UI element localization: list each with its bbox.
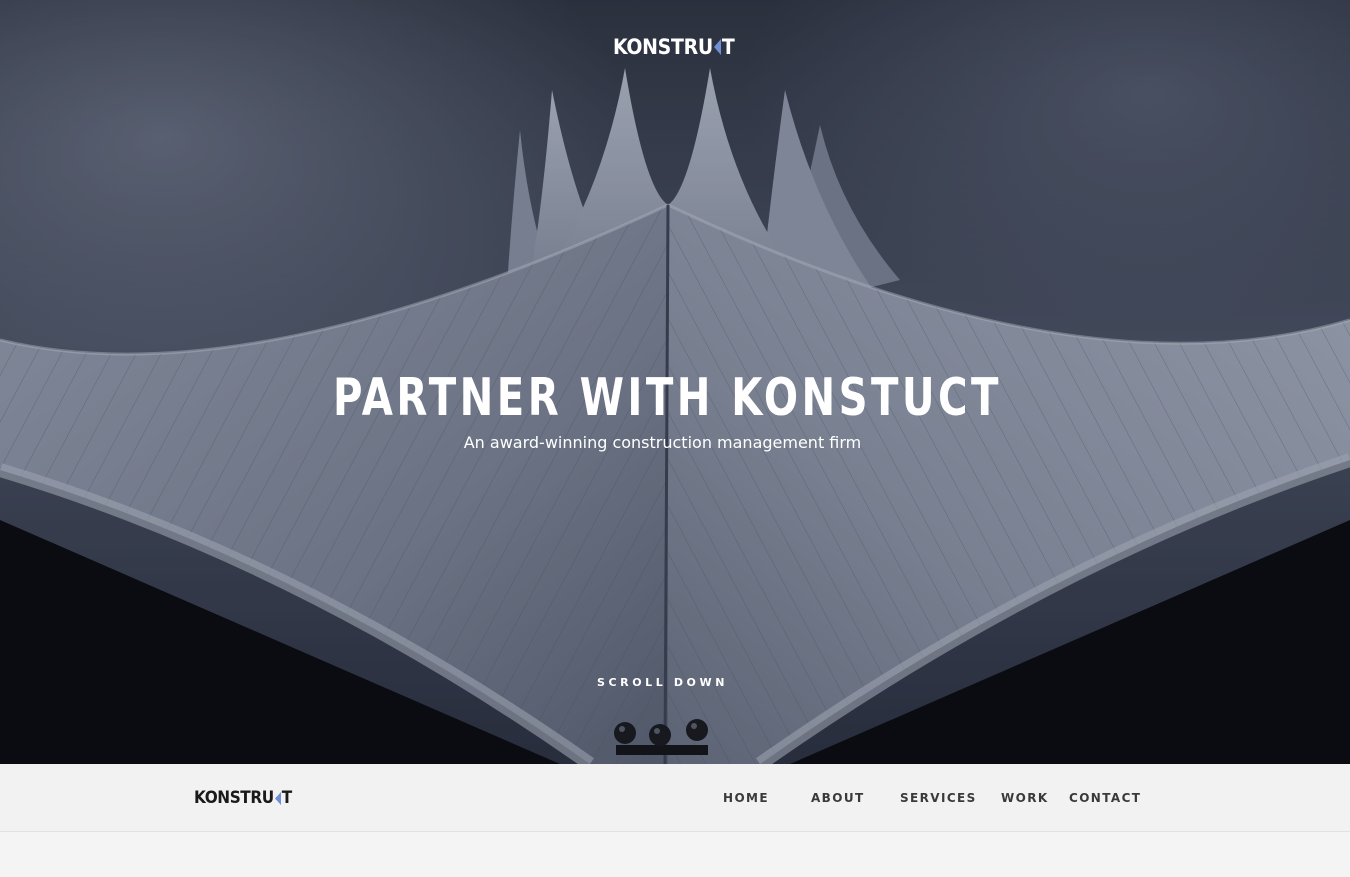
navbar-logo-text-suffix: T (281, 788, 292, 808)
hero-logo[interactable]: KONSTRU T (613, 35, 735, 59)
nav-item-about[interactable]: ABOUT (811, 788, 865, 808)
navbar-logo[interactable]: KONSTRU T (194, 786, 292, 810)
hero-logo-text-prefix: KONSTRU (613, 35, 713, 59)
nav-item-contact[interactable]: CONTACT (1069, 788, 1141, 808)
logo-mark-triangle (713, 39, 721, 55)
hero-logo-text-suffix: T (721, 35, 735, 59)
nav-item-work[interactable]: WORK (1001, 788, 1049, 808)
hero-section: KONSTRU T PARTNER WITH KONSTUCT An award… (0, 0, 1350, 764)
content-area (0, 833, 1350, 877)
navbar-logo-text-prefix: KONSTRU (194, 788, 274, 808)
main-navbar: KONSTRU T HOME ABOUT SERVICES WORK CONTA… (0, 764, 1350, 832)
nav-item-services[interactable]: SERVICES (900, 788, 977, 808)
hero-subtitle: An award-winning construction management… (463, 433, 862, 452)
nav-item-home[interactable]: HOME (723, 788, 769, 808)
logo-mark-icon (713, 35, 722, 59)
scroll-down-link[interactable]: SCROLL DOWN (0, 675, 1325, 691)
hero-title: PARTNER WITH KONSTUCT (332, 368, 1002, 428)
logo-mark-icon (274, 786, 282, 810)
